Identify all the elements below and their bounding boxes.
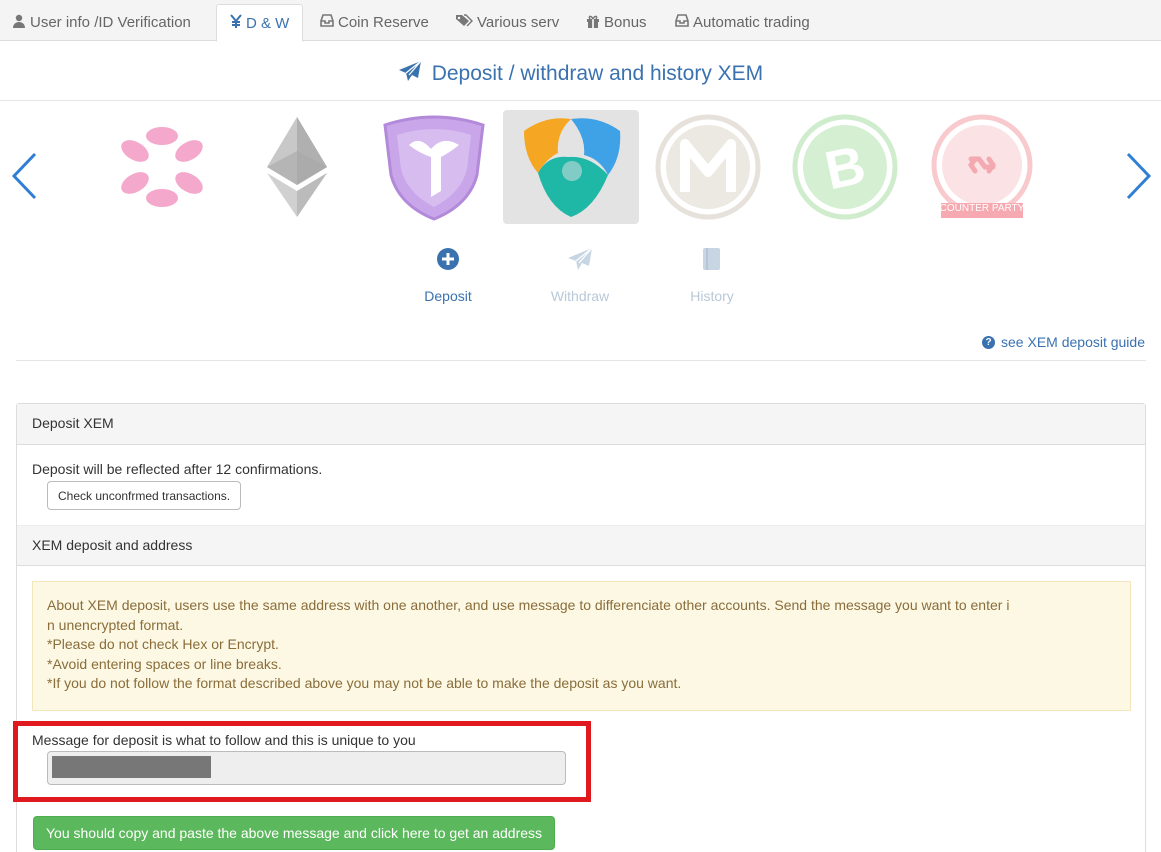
- section-title: XEM deposit and address: [17, 525, 1145, 566]
- counterparty-text: COUNTER PARTY: [939, 203, 1025, 214]
- withdraw-action[interactable]: Withdraw: [540, 242, 620, 304]
- polkadot-logo-icon: [121, 127, 203, 207]
- tab-label: Bonus: [604, 14, 647, 31]
- coin-bitcoin-cash[interactable]: B: [777, 110, 913, 224]
- page-title-text: Deposit / withdraw and history XEM: [431, 62, 764, 85]
- tab-label: Various serv: [477, 14, 560, 31]
- ethereum-logo-icon: [267, 117, 327, 217]
- history-label: History: [690, 288, 734, 304]
- carousel-prev-arrow[interactable]: [10, 150, 40, 202]
- tab-label: D & W: [246, 14, 290, 32]
- deposit-label: Deposit: [424, 288, 472, 304]
- user-icon: [12, 14, 26, 32]
- history-action[interactable]: History: [672, 242, 752, 304]
- question-circle-icon: ?: [982, 335, 996, 349]
- gift-icon: [586, 14, 600, 32]
- tab-label: Coin Reserve: [338, 14, 429, 31]
- plus-circle-icon: [408, 242, 488, 276]
- divider: [16, 360, 1146, 361]
- purple-shield-logo-icon: [383, 115, 485, 221]
- confirmations-text: Deposit will be reflected after 12 confi…: [32, 461, 323, 477]
- check-unconfirmed-button[interactable]: Check unconfrmed transactions.: [47, 481, 242, 510]
- tab-label: Automatic trading: [693, 14, 810, 31]
- coin-monacoin[interactable]: [640, 110, 776, 224]
- coin-counterparty[interactable]: COUNTER PARTY: [914, 110, 1050, 224]
- tags-icon: [455, 14, 473, 31]
- coin-ethereum[interactable]: [229, 110, 365, 224]
- deposit-guide-link[interactable]: ? see XEM deposit guide: [982, 334, 1145, 350]
- yen-icon: [230, 14, 242, 32]
- divider: [0, 100, 1161, 101]
- tab-various-services[interactable]: Various serv: [443, 4, 565, 41]
- deposit-action[interactable]: Deposit: [408, 242, 488, 304]
- page-title: Deposit / withdraw and history XEM: [0, 60, 1161, 88]
- notice-line: *Avoid entering spaces or line breaks.: [47, 655, 282, 672]
- tab-user-info[interactable]: User info /ID Verification: [0, 4, 197, 41]
- deposit-guide-text: see XEM deposit guide: [1001, 334, 1145, 350]
- inbox-icon: [320, 14, 334, 31]
- inbox-icon: [675, 14, 689, 31]
- tab-bonus[interactable]: Bonus: [574, 4, 653, 41]
- notice-line: *Please do not check Hex or Encrypt.: [47, 636, 279, 652]
- notice-line: About XEM deposit, users use the same ad…: [47, 597, 1010, 613]
- tab-deposit-withdraw[interactable]: D & W: [216, 4, 304, 42]
- notice-line: *If you do not follow the format describ…: [47, 675, 682, 691]
- tab-coin-reserve[interactable]: Coin Reserve: [308, 4, 435, 41]
- highlight-box: [13, 721, 591, 802]
- tab-automatic-trading[interactable]: Automatic trading: [663, 4, 816, 41]
- tab-bar: User info /ID Verification D & W Coin Re…: [0, 0, 1161, 42]
- book-icon: [672, 242, 752, 276]
- deposit-notice: About XEM deposit, users use the same ad…: [32, 581, 1131, 711]
- paper-plane-icon: [398, 60, 422, 88]
- bitcoin-cash-logo-icon: B: [792, 114, 898, 220]
- monacoin-logo-icon: [655, 114, 761, 220]
- withdraw-label: Withdraw: [550, 288, 610, 304]
- get-address-button[interactable]: You should copy and paste the above mess…: [33, 816, 556, 850]
- paper-plane-icon: [540, 242, 620, 276]
- carousel-next-arrow[interactable]: [1123, 150, 1153, 202]
- panel-title: Deposit XEM: [17, 404, 1145, 445]
- coin-polkadot[interactable]: [94, 110, 230, 224]
- notice-line: n unencrypted format.: [47, 616, 184, 633]
- xem-logo-icon: [524, 118, 621, 217]
- tab-label: User info /ID Verification: [30, 14, 191, 31]
- coin-purple-shield[interactable]: [366, 110, 502, 224]
- coin-xem[interactable]: [503, 110, 639, 224]
